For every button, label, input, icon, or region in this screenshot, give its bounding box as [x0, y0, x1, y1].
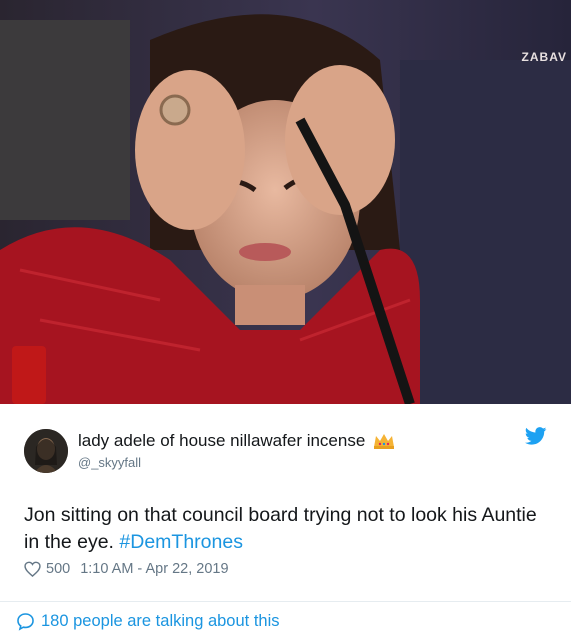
avatar[interactable] [24, 429, 68, 473]
author-handle[interactable]: @_skyyfall [78, 455, 141, 470]
tweet-photo[interactable]: ZABAV [0, 0, 571, 404]
speech-bubble-icon [17, 613, 34, 631]
crown-icon [374, 434, 395, 449]
heart-icon[interactable] [24, 561, 41, 577]
avatar-image [24, 429, 68, 473]
talking-link[interactable]: 180 people are talking about this [16, 612, 280, 631]
author-display-name[interactable]: lady adele of house nillawafer incense [78, 431, 365, 451]
tweet-body: Jon sitting on that council board trying… [24, 504, 537, 553]
tweet-text: Jon sitting on that council board trying… [24, 502, 544, 556]
tweet-timestamp[interactable]: 1:10 AM - Apr 22, 2019 [80, 561, 228, 577]
author-name-row: lady adele of house nillawafer incense [78, 431, 395, 451]
tweet-embed: ZABAV lady adele of house nillawafer inc… [0, 0, 571, 640]
twitter-bird-icon[interactable] [525, 427, 547, 445]
tweet-header: lady adele of house nillawafer incense @… [24, 425, 549, 475]
like-count[interactable]: 500 [46, 561, 70, 577]
photo-illustration [0, 0, 571, 404]
photo-watermark: ZABAV [521, 50, 567, 64]
hashtag-link[interactable]: #DemThrones [119, 531, 243, 553]
divider [0, 601, 571, 602]
talking-label: 180 people are talking about this [41, 612, 280, 630]
tweet-meta: 500 1:10 AM - Apr 22, 2019 [24, 561, 229, 577]
